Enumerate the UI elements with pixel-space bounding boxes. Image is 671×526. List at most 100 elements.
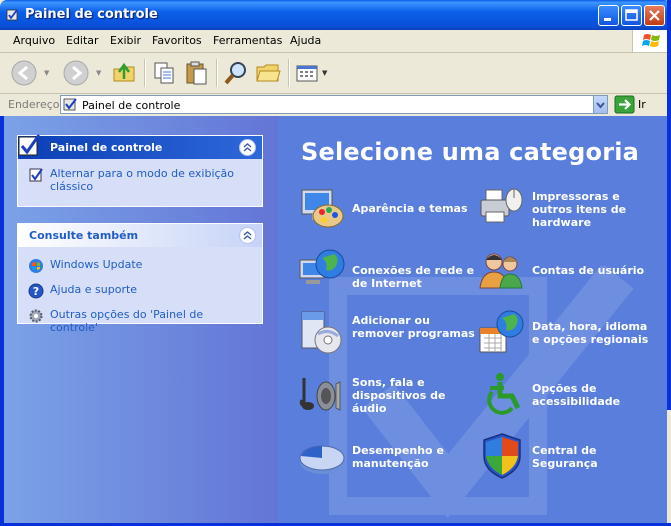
task-switch-classic-view[interactable]: Alternar para o modo de exibição clássic… — [28, 167, 252, 193]
maximize-button[interactable] — [621, 5, 642, 26]
category-label: Aparência e temas — [352, 202, 468, 215]
forward-dropdown-icon[interactable]: ▼ — [96, 69, 101, 77]
address-dropdown-button[interactable] — [593, 95, 608, 114]
link-label: Windows Update — [50, 258, 143, 271]
performance-maintenance-icon — [299, 445, 345, 474]
classic-view-icon — [29, 168, 43, 182]
category-accessibility[interactable]: Opções de acessibilidade — [478, 370, 656, 420]
window-title: Painel de controle — [25, 7, 158, 22]
add-remove-programs-icon — [301, 311, 342, 354]
category-label: Contas de usuário — [532, 264, 645, 277]
address-label: Endereço — [8, 98, 60, 111]
views-icon[interactable] — [294, 59, 322, 87]
content-area: Painel de controle Alternar para o modo … — [0, 116, 671, 526]
copy-to-icon[interactable] — [150, 59, 178, 87]
category-sounds-audio[interactable]: Sons, fala e dispositivos de áudio — [298, 370, 476, 420]
menu-arquivo[interactable]: Arquivo — [13, 34, 55, 47]
menu-favoritos[interactable]: Favoritos — [152, 34, 202, 47]
date-time-language-icon — [479, 310, 524, 353]
control-panel-box-header[interactable]: Painel de controle — [18, 134, 262, 159]
see-also-box-body: Windows Update ? Ajuda e suporte Outras … — [18, 247, 262, 347]
category-label: Central de Segurança — [532, 444, 598, 470]
toolbar-separator — [144, 59, 146, 87]
menu-ajuda[interactable]: Ajuda — [290, 34, 321, 47]
link-help-support[interactable]: ? Ajuda e suporte — [28, 283, 252, 301]
go-arrow-icon[interactable] — [614, 95, 636, 114]
windows-update-icon — [29, 259, 43, 273]
network-internet-icon — [299, 249, 345, 284]
windows-logo — [632, 30, 671, 52]
category-label: Data, hora, idioma e opções regionais — [532, 320, 649, 346]
window-frame-left — [0, 116, 4, 526]
appearance-themes-icon — [301, 189, 344, 228]
category-printers-hardware[interactable]: Impressoras e outros itens de hardware — [478, 184, 656, 234]
printers-hardware-icon — [480, 188, 523, 223]
category-performance-maintenance[interactable]: Desempenho e manutenção — [298, 432, 476, 482]
svg-text:?: ? — [33, 285, 39, 298]
link-label: Ajuda e suporte — [50, 283, 138, 296]
forward-icon[interactable] — [62, 59, 90, 87]
link-other-options[interactable]: Outras opções do 'Painel de controle' — [28, 308, 252, 334]
category-pane: Selecione uma categoria Aparência e tema… — [278, 116, 667, 523]
menu-bar: Arquivo Editar Exibir Favoritos Ferramen… — [0, 30, 671, 53]
category-label: Conexões de rede e de Internet — [352, 264, 475, 290]
address-value: Painel de controle — [82, 99, 181, 112]
control-panel-icon — [6, 9, 18, 21]
control-panel-icon — [63, 98, 77, 111]
gear-icon — [29, 309, 43, 323]
task-pane: Painel de controle Alternar para o modo … — [4, 116, 278, 523]
up-folder-icon[interactable] — [110, 59, 138, 87]
category-network-internet[interactable]: Conexões de rede e de Internet — [298, 246, 476, 296]
category-user-accounts[interactable]: Contas de usuário — [478, 246, 656, 296]
paste-icon[interactable] — [182, 59, 210, 87]
task-label: Alternar para o modo de exibição clássic… — [50, 167, 235, 193]
category-label: Opções de acessibilidade — [532, 382, 621, 408]
toolbar-separator — [288, 59, 290, 87]
help-icon: ? — [28, 283, 44, 299]
category-date-time-language[interactable]: Data, hora, idioma e opções regionais — [478, 308, 656, 358]
menu-editar[interactable]: Editar — [66, 34, 99, 47]
sounds-audio-icon — [299, 378, 341, 411]
chevron-up-icon — [243, 143, 252, 152]
address-input[interactable]: Painel de controle — [60, 95, 608, 114]
category-label: Sons, fala e dispositivos de áudio — [352, 376, 446, 415]
back-dropdown-icon[interactable]: ▼ — [44, 69, 49, 77]
category-appearance-themes[interactable]: Aparência e temas — [298, 184, 476, 234]
close-button[interactable] — [644, 5, 665, 26]
control-panel-box-body: Alternar para o modo de exibição clássic… — [18, 159, 262, 206]
go-button-label[interactable]: Ir — [638, 98, 646, 111]
title-bar[interactable]: Painel de controle — [0, 0, 671, 30]
see-also-task-box: Consulte também Windows Update ? Ajuda e… — [17, 223, 263, 334]
category-security-center[interactable]: Central de Segurança — [478, 432, 656, 482]
toolbar: ▼ ▼ ▼ — [0, 53, 671, 94]
panel-title: Consulte também — [29, 229, 139, 242]
control-panel-task-box: Painel de controle Alternar para o modo … — [17, 134, 263, 207]
folders-icon[interactable] — [254, 59, 282, 87]
control-panel-icon — [18, 134, 41, 156]
collapse-button[interactable] — [239, 227, 256, 244]
minimize-button[interactable] — [598, 5, 619, 26]
search-icon[interactable] — [222, 59, 250, 87]
address-bar: Endereço Painel de controle Ir — [0, 94, 671, 116]
category-add-remove-programs[interactable]: Adicionar ou remover programas — [298, 308, 476, 358]
chevron-up-icon — [243, 231, 252, 240]
panel-title: Painel de controle — [50, 141, 163, 154]
link-label: Outras opções do 'Painel de controle' — [50, 308, 204, 334]
page-title: Selecione uma categoria — [301, 138, 640, 166]
toolbar-separator — [216, 59, 218, 87]
window-frame-right — [667, 0, 671, 410]
security-shield-icon — [483, 433, 521, 479]
see-also-box-header[interactable]: Consulte também — [18, 224, 262, 247]
user-accounts-icon — [479, 253, 523, 289]
menu-ferramentas[interactable]: Ferramentas — [213, 34, 282, 47]
category-label: Desempenho e manutenção — [352, 444, 444, 470]
back-icon[interactable] — [10, 59, 38, 87]
views-dropdown-icon[interactable]: ▼ — [322, 69, 327, 77]
accessibility-icon — [487, 373, 521, 415]
control-panel-window: Painel de controle Arquivo Editar Exibir… — [0, 0, 671, 526]
menu-exibir[interactable]: Exibir — [110, 34, 141, 47]
link-windows-update[interactable]: Windows Update — [28, 258, 252, 276]
category-label: Impressoras e outros itens de hardware — [532, 190, 627, 229]
category-label: Adicionar ou remover programas — [352, 314, 475, 340]
collapse-button[interactable] — [239, 139, 256, 156]
